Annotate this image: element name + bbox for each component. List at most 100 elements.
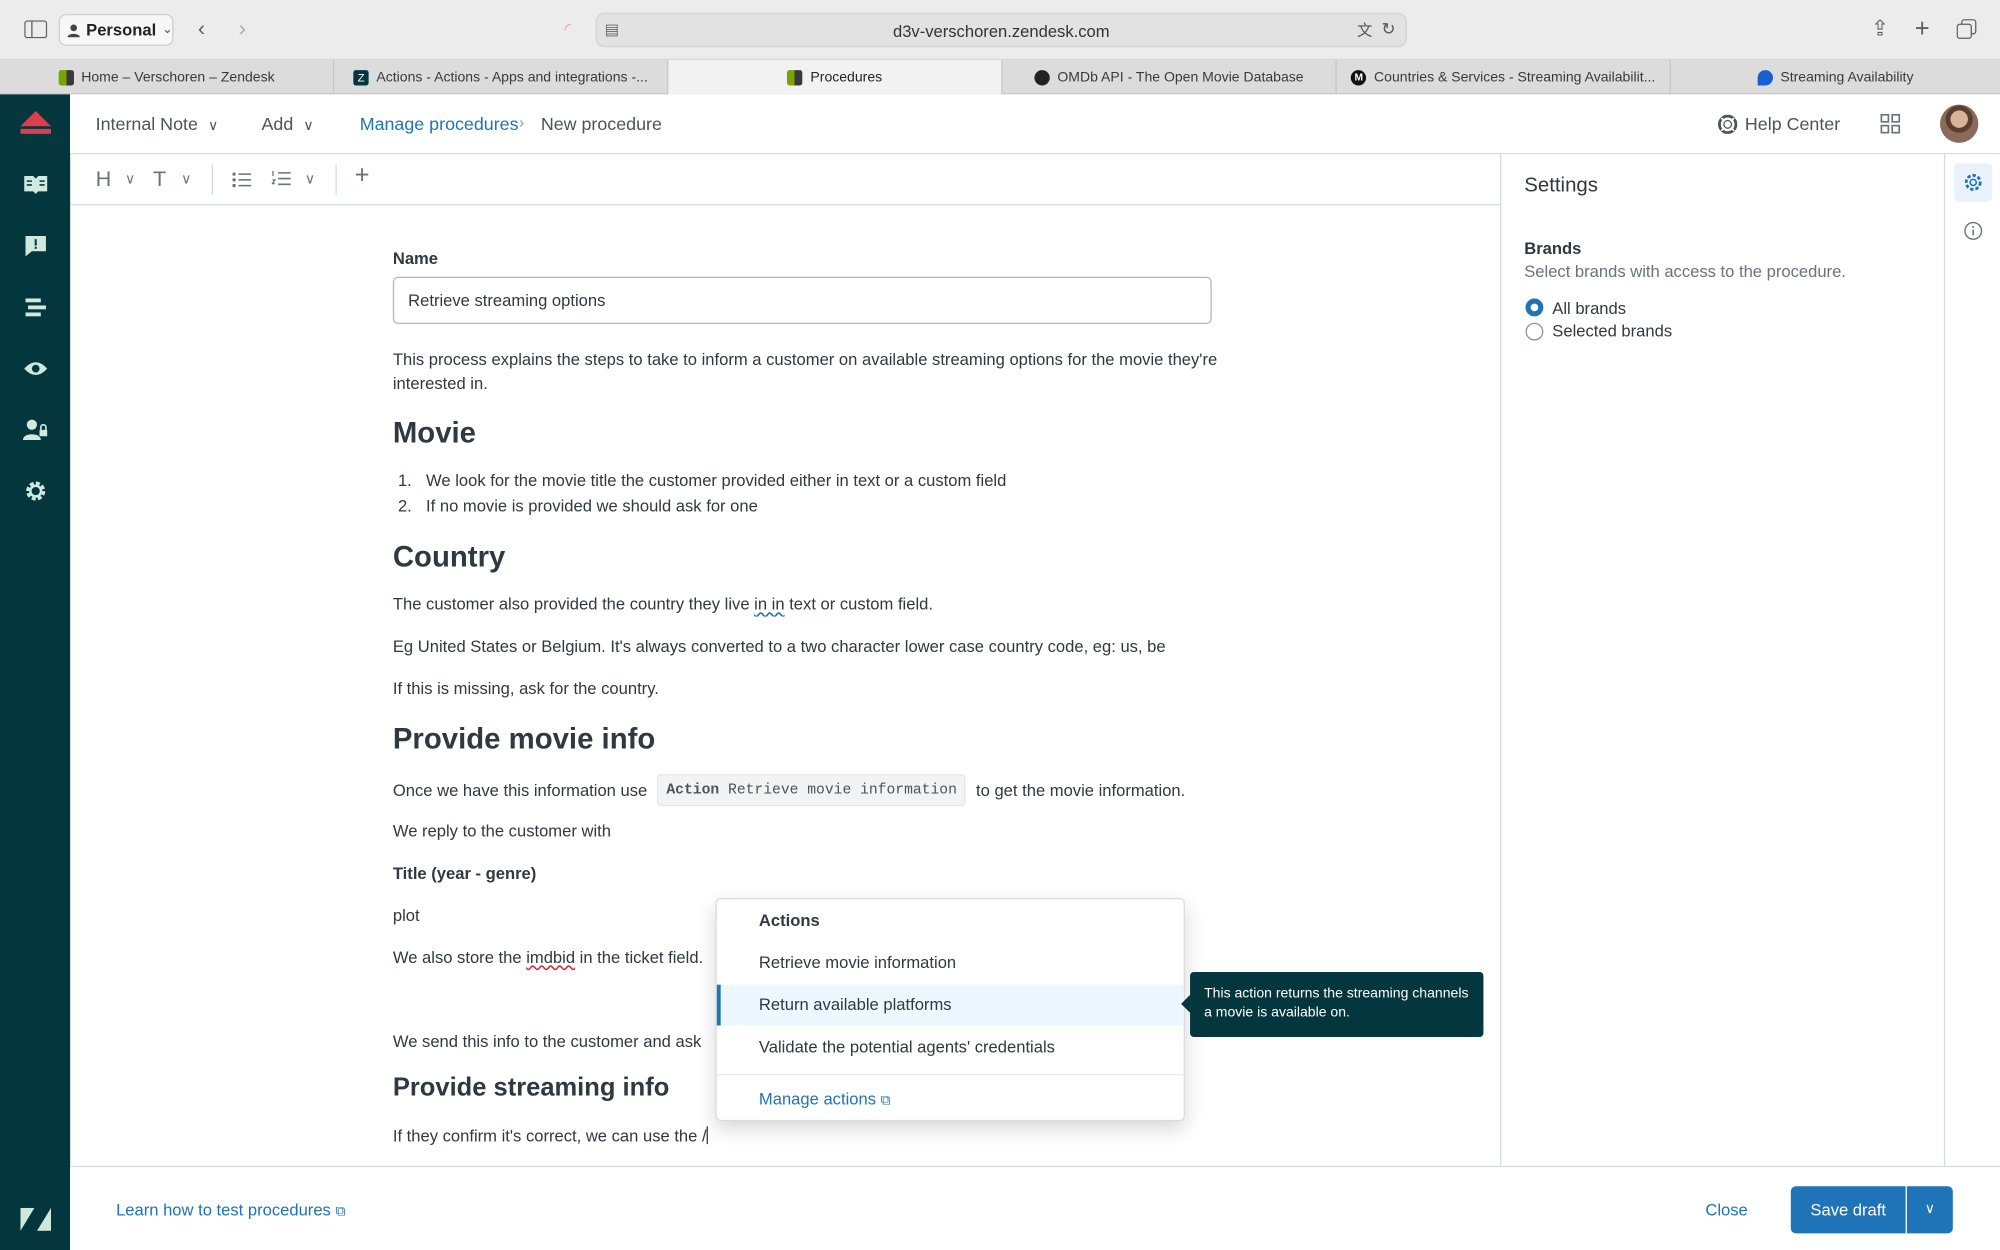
save-draft-button[interactable]: Save draft xyxy=(1790,1186,1906,1234)
send-line: We send this info to the customer and as… xyxy=(392,1031,702,1052)
selected-brands-label[interactable]: Selected brands xyxy=(1552,321,1672,340)
add-dropdown[interactable]: Add ∨ xyxy=(261,114,313,134)
menu-item-return-available-platforms[interactable]: Return available platforms xyxy=(716,984,1184,1026)
sidebar-toggle-icon[interactable] xyxy=(22,15,50,43)
streaming-availability-icon xyxy=(1757,69,1773,85)
profile-label: Personal xyxy=(86,20,157,40)
new-tab-icon[interactable]: + xyxy=(1908,15,1936,43)
forward-icon[interactable]: › xyxy=(228,15,256,43)
profile-button[interactable]: Personal ⌄ xyxy=(58,14,174,46)
action-chip[interactable]: Action Retrieve movie information xyxy=(657,774,966,807)
add-label: Add xyxy=(261,113,294,134)
tab-omdb[interactable]: OMDb API - The Open Movie Database xyxy=(1003,59,1337,95)
learn-test-procedures-link[interactable]: Learn how to test procedures ⧉ xyxy=(116,1200,345,1220)
text-style-icon[interactable]: T xyxy=(153,167,166,193)
actions-menu-heading: Actions xyxy=(758,910,820,930)
chevron-down-icon[interactable]: ∨ xyxy=(305,171,315,187)
heading-provide-movie-info: Provide movie info xyxy=(392,721,656,756)
tab-label: Actions - Actions - Apps and integration… xyxy=(376,69,648,85)
list-item: We look for the movie title the customer… xyxy=(426,470,1007,490)
heading-icon[interactable]: H xyxy=(96,167,112,193)
app-window: Personal ⌄ ‹ › ◜ ▤ d3v-verschoren.zendes… xyxy=(0,0,2000,1250)
actions-dropdown: Actions Retrieve movie information Retur… xyxy=(715,897,1185,1122)
avatar[interactable] xyxy=(1940,104,1979,143)
menu-item-retrieve-movie-information[interactable]: Retrieve movie information xyxy=(717,943,1184,984)
tab-procedures[interactable]: Procedures xyxy=(668,59,1003,95)
chevron-down-icon[interactable]: ∨ xyxy=(125,171,135,187)
zendesk-z-icon[interactable] xyxy=(18,1202,52,1236)
share-icon[interactable]: ⇪ xyxy=(1866,15,1894,43)
zendesk-logo-icon xyxy=(58,69,74,85)
info-icon[interactable] xyxy=(1963,221,1983,248)
tab-label: Countries & Services - Streaming Availab… xyxy=(1374,69,1656,85)
chevron-down-icon[interactable]: ∨ xyxy=(181,171,191,187)
tab-label: Streaming Availability xyxy=(1780,69,1914,85)
tab-label: OMDb API - The Open Movie Database xyxy=(1057,69,1304,85)
tab-streaming[interactable]: Streaming Availability xyxy=(1671,60,2000,94)
person-icon xyxy=(67,23,80,37)
brands-label: Brands xyxy=(1524,238,1582,258)
all-brands-radio[interactable] xyxy=(1525,298,1544,317)
settings-gear-icon[interactable] xyxy=(1954,163,1993,202)
numbered-list-icon[interactable] xyxy=(271,170,291,194)
translate-icon[interactable]: 文 xyxy=(1357,19,1372,41)
editor-footer: Learn how to test procedures ⧉ Close Sav… xyxy=(70,1165,2000,1250)
knowledge-book-icon[interactable] xyxy=(18,167,52,201)
help-center-link[interactable]: Help Center xyxy=(1718,114,1840,134)
all-brands-label[interactable]: All brands xyxy=(1552,298,1626,317)
intro-paragraph: This process explains the steps to take … xyxy=(392,349,1218,393)
admin-users-icon[interactable] xyxy=(18,412,52,446)
duplicate-word-highlight[interactable]: in in xyxy=(754,594,784,613)
address-bar[interactable]: ▤ d3v-verschoren.zendesk.com 文 ↻ xyxy=(595,12,1407,48)
breadcrumb-manage-procedures[interactable]: Manage procedures xyxy=(360,114,519,134)
action-chip-name: Retrieve movie information xyxy=(728,781,957,799)
tab-countries[interactable]: M Countries & Services - Streaming Avail… xyxy=(1337,59,1671,95)
manage-actions-label: Manage actions xyxy=(758,1089,876,1109)
procedure-name-input[interactable] xyxy=(392,276,1212,324)
external-link-icon: ⧉ xyxy=(335,1204,346,1220)
text-run: If they confirm it's correct, we can use… xyxy=(392,1126,707,1146)
manage-actions-link[interactable]: Manage actions ⧉ xyxy=(717,1079,1184,1120)
movie-of-the-night-icon: M xyxy=(1351,69,1367,85)
heading-country: Country xyxy=(392,539,506,573)
close-button[interactable]: Close xyxy=(1705,1200,1747,1219)
tab-actions[interactable]: Z Actions - Actions - Apps and integrati… xyxy=(334,59,669,95)
reload-icon[interactable]: ↻ xyxy=(1381,19,1395,39)
reply-line: We reply to the customer with xyxy=(392,821,611,841)
list-item: If no movie is provided we should ask fo… xyxy=(426,496,758,516)
title-format-line: Title (year - genre) xyxy=(392,863,537,883)
zendesk-brand-icon[interactable] xyxy=(18,107,52,141)
text-run: We also store the xyxy=(392,947,527,967)
product-tray-icon[interactable] xyxy=(1880,113,1901,141)
back-icon[interactable]: ‹ xyxy=(187,15,215,43)
omdb-icon xyxy=(1034,69,1050,85)
insert-plus-icon[interactable]: + xyxy=(355,162,370,191)
spelling-highlight[interactable]: imdbid xyxy=(526,948,575,967)
text-run: text or custom field. xyxy=(784,594,933,614)
zendesk-logo-icon xyxy=(787,69,803,85)
gear-icon[interactable] xyxy=(18,473,52,507)
action-chip-keyword: Action xyxy=(666,781,720,799)
rss-icon[interactable]: ◜ xyxy=(554,15,582,43)
learn-label: Learn how to test procedures xyxy=(116,1200,331,1220)
settings-panel: Settings Brands Select brands with acces… xyxy=(1499,154,1944,1166)
confirm-line: If they confirm it's correct, we can use… xyxy=(393,1124,708,1148)
selected-brands-radio[interactable] xyxy=(1525,322,1544,341)
country-missing-note: If this is missing, ask for the country. xyxy=(392,678,659,698)
alert-chat-icon[interactable] xyxy=(18,228,52,262)
bulleted-list-icon[interactable] xyxy=(232,171,252,194)
breadcrumb-current: New procedure xyxy=(540,113,662,134)
help-center-label: Help Center xyxy=(1744,113,1841,134)
action-tooltip: This action returns the streaming channe… xyxy=(1181,971,1484,1037)
list-layers-icon[interactable] xyxy=(18,290,52,324)
editor-toolbar: H ∨ T ∨ ∨ + xyxy=(70,154,1500,206)
tab-strip: Home – Verschoren – Zendesk Z Actions - … xyxy=(0,59,2000,95)
tab-home[interactable]: Home – Verschoren – Zendesk xyxy=(0,59,335,95)
internal-note-dropdown[interactable]: Internal Note ∨ xyxy=(96,114,219,134)
tab-overview-icon[interactable] xyxy=(1953,15,1981,43)
menu-item-validate-credentials[interactable]: Validate the potential agents' credentia… xyxy=(717,1027,1184,1068)
external-link-icon: ⧉ xyxy=(880,1093,891,1109)
save-options-chevron-icon[interactable]: ∨ xyxy=(1906,1186,1953,1234)
browser-toolbar: Personal ⌄ ‹ › ◜ ▤ d3v-verschoren.zendes… xyxy=(0,0,2000,60)
eye-icon[interactable] xyxy=(18,351,52,385)
